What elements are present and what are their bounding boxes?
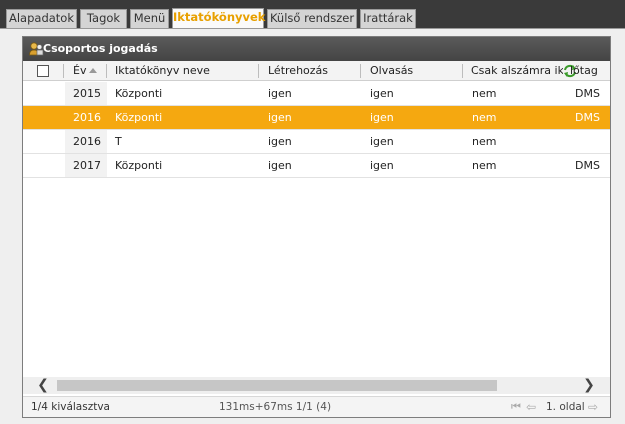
column-header-row: Év Iktatókönyv neve Létrehozás Olvasás C… bbox=[23, 61, 610, 81]
tab-alapadatok[interactable]: Alapadatok bbox=[6, 9, 77, 28]
column-header-name[interactable]: Iktatókönyv neve bbox=[107, 61, 257, 81]
cell-source: DMS bbox=[575, 159, 600, 172]
grid-footer: 1/4 kiválasztva 131ms+67ms 1/1 (4) ⏮ ⇦ 1… bbox=[23, 396, 610, 417]
cell-name: Központi bbox=[115, 159, 163, 172]
table-row-selected[interactable]: 2016 Központi igen igen nem DMS bbox=[23, 106, 610, 130]
rights-grid-panel: Csoportos jogadás Év Iktatókönyv neve Lé… bbox=[22, 36, 611, 418]
table-row[interactable]: 2015 Központi igen igen nem DMS bbox=[23, 82, 610, 106]
sort-ascending-icon bbox=[89, 68, 97, 73]
tab-menu[interactable]: Menü bbox=[130, 9, 169, 28]
column-header-create[interactable]: Létrehozás bbox=[260, 61, 360, 81]
tab-irattarak[interactable]: Irattárak bbox=[360, 9, 416, 28]
column-separator[interactable] bbox=[258, 64, 259, 78]
tab-tagok[interactable]: Tagok bbox=[80, 9, 127, 28]
cell-read[interactable]: igen bbox=[362, 82, 462, 105]
tab-iktatokonyvek[interactable]: Iktatókönyvek bbox=[172, 8, 265, 28]
panel-header: Csoportos jogadás bbox=[23, 37, 610, 61]
page-indicator: 1. oldal bbox=[546, 401, 585, 413]
cell-only-subnumber[interactable]: nem bbox=[464, 130, 564, 153]
chevron-left-icon[interactable]: ❮ bbox=[35, 378, 51, 393]
column-header-read[interactable]: Olvasás bbox=[362, 61, 462, 81]
panel-title: Csoportos jogadás bbox=[43, 42, 158, 55]
table-row[interactable]: 2016 T igen igen nem bbox=[23, 130, 610, 154]
cell-source: DMS bbox=[575, 111, 600, 124]
cell-year: 2016 bbox=[73, 111, 101, 124]
cell-year: 2017 bbox=[65, 154, 107, 177]
cell-create[interactable]: igen bbox=[260, 82, 360, 105]
chevron-right-icon[interactable]: ❯ bbox=[581, 378, 597, 393]
cell-name: Központi bbox=[115, 111, 163, 124]
first-page-icon[interactable]: ⏮ bbox=[511, 397, 521, 417]
cell-source bbox=[567, 130, 610, 153]
cell-only-subnumber[interactable]: nem bbox=[464, 82, 564, 105]
cell-year: 2016 bbox=[65, 130, 107, 153]
cell-source: DMS bbox=[575, 87, 600, 100]
prev-page-icon[interactable]: ⇦ bbox=[526, 397, 536, 417]
cell-only-subnumber[interactable]: nem bbox=[464, 106, 564, 129]
next-page-icon[interactable]: ⇨ bbox=[588, 397, 598, 417]
cell-only-subnumber[interactable]: nem bbox=[464, 154, 564, 177]
column-header-source[interactable]: lőtag bbox=[570, 61, 610, 81]
cell-name: Központi bbox=[115, 87, 163, 100]
cell-read[interactable]: igen bbox=[362, 130, 462, 153]
column-separator[interactable] bbox=[360, 64, 361, 78]
selection-count: 1/4 kiválasztva bbox=[31, 401, 110, 413]
table-row[interactable]: 2017 Központi igen igen nem DMS bbox=[23, 154, 610, 178]
column-separator[interactable] bbox=[63, 64, 64, 78]
cell-read[interactable]: igen bbox=[362, 106, 462, 129]
cell-year: 2015 bbox=[65, 82, 107, 105]
select-all-checkbox[interactable] bbox=[37, 65, 49, 77]
cell-create[interactable]: igen bbox=[260, 130, 360, 153]
cell-read[interactable]: igen bbox=[362, 154, 462, 177]
timing-info: 131ms+67ms 1/1 (4) bbox=[219, 401, 332, 413]
column-header-only-subnumber[interactable]: Csak alszámra ik... bbox=[463, 61, 563, 81]
tab-bar: Alapadatok Tagok Menü Iktatókönyvek Küls… bbox=[0, 0, 625, 28]
cell-create[interactable]: igen bbox=[260, 154, 360, 177]
scrollbar-thumb[interactable] bbox=[57, 380, 497, 391]
group-rights-icon[interactable] bbox=[28, 41, 44, 57]
tab-kulso-rendszer[interactable]: Külső rendszer bbox=[267, 9, 357, 28]
column-header-year[interactable]: Év bbox=[65, 61, 105, 81]
cell-name: T bbox=[115, 135, 122, 148]
cell-create[interactable]: igen bbox=[260, 106, 360, 129]
horizontal-scrollbar[interactable]: ❮ ❯ bbox=[23, 377, 610, 394]
